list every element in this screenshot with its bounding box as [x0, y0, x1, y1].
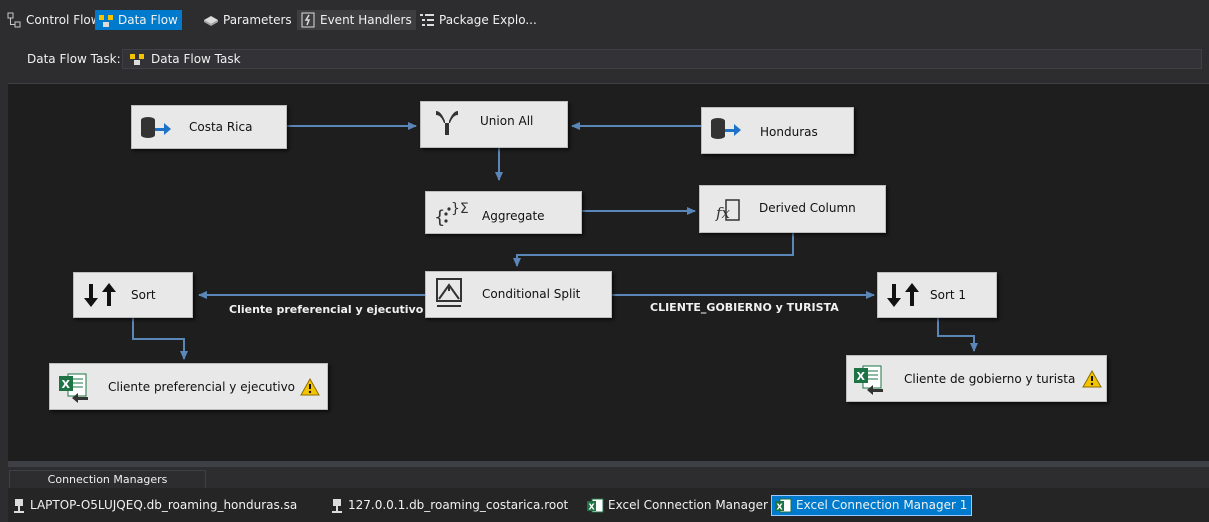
excel-destination-gobierno[interactable]: X Cliente de gobierno y turista	[846, 355, 1107, 402]
tab-label: Parameters	[223, 13, 292, 27]
task-selector-label: Data Flow Task:	[27, 52, 121, 66]
data-flow-task-combobox[interactable]: Data Flow Task	[122, 49, 1202, 69]
union-all-transform[interactable]: Union All	[420, 101, 568, 148]
svg-text:fx: fx	[715, 204, 731, 222]
tab-control-flow[interactable]: Control Flow	[3, 10, 105, 30]
path-label-gobierno[interactable]: CLIENTE_GOBIERNO y TURISTA	[650, 301, 839, 314]
connection-manager-honduras[interactable]: LAPTOP-O5LUJQEQ.db_roaming_honduras.sa	[10, 496, 301, 515]
svg-text:X: X	[62, 378, 71, 391]
parameters-icon	[204, 16, 218, 26]
node-label: Cliente preferencial y ejecutivo	[108, 380, 296, 394]
connection-manager-excel-1[interactable]: X Excel Connection Manager 1	[770, 495, 973, 516]
connection-manager-label: Excel Connection Manager 1	[796, 498, 968, 512]
union-all-icon	[436, 111, 458, 135]
svg-text:{: {	[434, 207, 445, 228]
costa-rica-source[interactable]: Costa Rica	[131, 105, 287, 149]
tab-event-handlers[interactable]: Event Handlers	[297, 10, 416, 30]
path-sort1-to-excel2	[937, 318, 978, 352]
sort1-transform[interactable]: Sort 1	[877, 272, 997, 318]
aggregate-transform[interactable]: { }Σ Aggregate	[425, 191, 582, 234]
svg-text:X: X	[777, 502, 784, 511]
sort-icon	[84, 283, 116, 307]
connection-manager-costarica[interactable]: 127.0.0.1.db_roaming_costarica.root	[328, 496, 572, 515]
svg-text:X: X	[589, 502, 596, 511]
tab-label: Control Flow	[26, 13, 101, 27]
svg-text:}Σ: }Σ	[451, 201, 469, 217]
excel-destination-icon: X	[59, 373, 88, 403]
excel-connection-icon: X	[587, 498, 604, 512]
designer-tab-bar: Control Flow Data Flow Parameters Event …	[0, 0, 1209, 38]
package-explorer-icon	[420, 14, 434, 26]
sort-icon	[887, 283, 919, 307]
oledb-connection-icon	[332, 498, 342, 513]
excel-connection-icon: X	[775, 498, 792, 512]
tab-label: Event Handlers	[320, 13, 412, 27]
data-flow-icon	[99, 15, 113, 27]
node-label: Honduras	[760, 125, 818, 139]
database-source-icon	[711, 118, 741, 139]
tab-parameters[interactable]: Parameters	[200, 10, 296, 30]
tab-label: Data Flow	[118, 13, 178, 27]
connection-manager-label: LAPTOP-O5LUJQEQ.db_roaming_honduras.sa	[30, 498, 298, 512]
node-label: Costa Rica	[189, 120, 253, 134]
connection-manager-label: Excel Connection Manager	[608, 498, 768, 512]
excel-destination-icon: X	[854, 365, 883, 395]
connection-manager-excel[interactable]: X Excel Connection Manager	[584, 496, 772, 515]
connection-managers-tray[interactable]: LAPTOP-O5LUJQEQ.db_roaming_honduras.sa 1…	[8, 488, 1209, 522]
derived-column-transform[interactable]: fx Derived Column	[699, 185, 886, 233]
event-handlers-icon	[301, 12, 315, 28]
tab-label: Package Explo...	[439, 13, 537, 27]
tab-package-explorer[interactable]: Package Explo...	[416, 10, 541, 30]
svg-text:X: X	[857, 370, 866, 383]
conditional-split-transform[interactable]: Conditional Split	[425, 271, 612, 318]
node-label: Aggregate	[482, 209, 545, 223]
control-flow-icon	[7, 12, 21, 28]
tab-data-flow[interactable]: Data Flow	[95, 10, 182, 30]
connection-managers-tab[interactable]: Connection Managers	[9, 470, 206, 489]
conditional-split-icon	[436, 278, 462, 307]
task-selector-bar: Data Flow Task: Data Flow Task	[0, 44, 1209, 74]
database-source-icon	[141, 117, 171, 138]
data-flow-canvas[interactable]: Costa Rica Union All Honduras { }Σ Aggre…	[8, 83, 1209, 462]
sort-transform[interactable]: Sort	[73, 272, 193, 318]
path-label-preferencial[interactable]: Cliente preferencial y ejecutivo	[229, 303, 423, 316]
aggregate-icon: { }Σ	[434, 201, 469, 228]
node-label: Union All	[480, 114, 534, 128]
honduras-source[interactable]: Honduras	[701, 107, 854, 154]
node-label: Derived Column	[759, 201, 856, 215]
warning-icon[interactable]	[300, 378, 320, 396]
derived-column-icon: fx	[715, 199, 740, 222]
node-label: Sort	[131, 288, 156, 302]
data-flow-task-value: Data Flow Task	[151, 52, 241, 66]
data-flow-task-icon	[130, 54, 144, 65]
warning-icon[interactable]	[1082, 370, 1102, 388]
node-label: Sort 1	[930, 288, 967, 302]
node-label: Cliente de gobierno y turista	[904, 372, 1076, 386]
connection-managers-splitter[interactable]	[8, 461, 1209, 467]
path-sort-to-excel1	[132, 318, 188, 360]
connection-manager-label: 127.0.0.1.db_roaming_costarica.root	[348, 498, 569, 512]
excel-destination-preferencial[interactable]: X Cliente preferencial y ejecutivo	[49, 363, 328, 410]
node-label: Conditional Split	[482, 287, 581, 301]
path-derived-to-split	[513, 233, 794, 267]
oledb-connection-icon	[14, 498, 24, 513]
